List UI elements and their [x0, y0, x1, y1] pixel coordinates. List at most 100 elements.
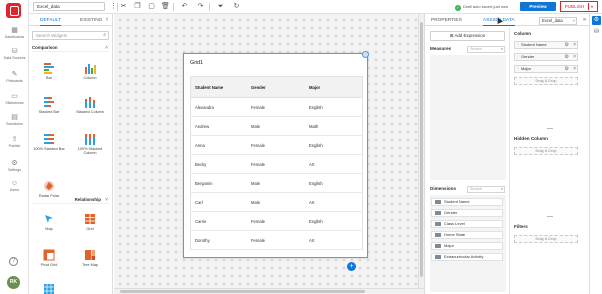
datasource-select[interactable]: Excel_data ˅: [539, 17, 577, 25]
column-header[interactable]: Gender: [251, 77, 266, 99]
assigned-field[interactable]: ⋮ Gender ⚙ ×: [514, 53, 578, 61]
nav-item-settings[interactable]: ⚙ Settings: [0, 160, 29, 172]
group-comparison[interactable]: Comparison ˄: [32, 44, 109, 52]
nav-item-slideshows[interactable]: ▭ Slideshows: [0, 93, 29, 105]
assigned-field[interactable]: ⋮ Major ⚙ ×: [514, 65, 578, 73]
widget-grid[interactable]: Grid: [72, 213, 108, 231]
filters-label: Filters: [514, 224, 528, 229]
delete-icon[interactable]: 🗑: [161, 2, 170, 11]
dimension-item[interactable]: Gender: [431, 209, 503, 217]
column-drop-zone[interactable]: Drag & Drop: [514, 77, 578, 85]
nav-item-pinboards[interactable]: ✎ Pinboards: [0, 71, 29, 83]
refresh-icon[interactable]: ↻: [232, 2, 241, 11]
filter-icon[interactable]: ⏷: [216, 2, 225, 11]
section-resizer[interactable]: [547, 128, 553, 129]
widget-stacked-column[interactable]: Stacked Column: [72, 96, 108, 114]
add-expression-button[interactable]: ⊞ Add Expression: [430, 31, 505, 41]
add-widget-button[interactable]: +: [347, 262, 356, 271]
widget-column[interactable]: Column: [72, 62, 108, 80]
grid-widget[interactable]: Grid1 Student Name Gender Major Alexandr…: [183, 51, 369, 258]
app-logo[interactable]: [6, 3, 21, 18]
dimension-label: Extracurricular Activity: [444, 254, 484, 259]
close-icon[interactable]: ×: [573, 66, 576, 72]
table-cell: Anna: [195, 143, 205, 148]
dimension-item[interactable]: Home State: [431, 231, 503, 239]
nav-item-dashboards[interactable]: ▦ Dashboards: [0, 27, 29, 39]
close-icon[interactable]: ×: [573, 42, 576, 48]
cut-icon[interactable]: ✂: [119, 2, 128, 11]
avatar[interactable]: RK: [7, 276, 20, 289]
assignment-column: Column ⋮ Student Name ⚙ × ⋮ Gender ⚙ × ⋮ Majo…: [511, 28, 590, 294]
help-icon[interactable]: ?: [9, 257, 18, 266]
dimension-item[interactable]: Extracurricular Activity: [431, 253, 503, 261]
chevron-down-icon[interactable]: ▾: [588, 3, 595, 10]
table-row: Dorothy Female Art: [190, 231, 363, 250]
dimension-item[interactable]: Major: [431, 242, 503, 250]
nav-label: Schedules: [6, 122, 23, 126]
widget-bar[interactable]: Bar: [31, 62, 67, 80]
hidden-column-drop-zone[interactable]: Drag & Drop: [514, 147, 578, 155]
scroll-thumb[interactable]: [120, 290, 365, 293]
table-cell: Female: [251, 219, 265, 224]
table-cell: Benjamin: [195, 181, 213, 186]
undo-icon[interactable]: ↶: [180, 2, 189, 11]
table-row: Anna Female English: [190, 136, 363, 155]
drag-handle-icon[interactable]: ⋮: [516, 42, 520, 48]
table-cell: Art: [309, 238, 315, 243]
copy-icon[interactable]: ❐: [133, 2, 142, 11]
tab-default[interactable]: DEFAULT: [40, 16, 62, 26]
widget-resize-handle[interactable]: [362, 51, 369, 58]
widget-100-stacked-column[interactable]: 100% Stacked Column: [72, 133, 108, 156]
filters-drop-zone[interactable]: Drag & Drop: [514, 235, 578, 243]
widget-search-input[interactable]: Search Widgets ⌕: [32, 31, 109, 40]
drag-handle-icon[interactable]: ⋮: [516, 54, 520, 60]
gear-icon: ⚙: [11, 160, 18, 167]
redo-icon[interactable]: ↷: [196, 2, 205, 11]
paste-icon[interactable]: ▢: [147, 2, 156, 11]
measures-label: Measures: [430, 46, 452, 51]
autosave-text: Draft auto saved just now: [463, 4, 509, 9]
widget-label: Stacked Bar: [38, 110, 60, 114]
column-header[interactable]: Student Name: [195, 77, 223, 99]
nav-item-publish[interactable]: ⇪ Publish: [0, 136, 29, 148]
dimension-label: Class Level: [444, 221, 465, 226]
nav-item-users[interactable]: ☺ Users: [0, 180, 29, 192]
close-icon[interactable]: ×: [573, 54, 576, 60]
widget-more[interactable]: [31, 283, 67, 294]
tab-properties[interactable]: PROPERTIES: [431, 16, 462, 25]
section-resizer[interactable]: [547, 216, 553, 217]
widget-100-stacked-bar[interactable]: 100% Stacked Bar: [31, 133, 67, 151]
datasource-icon: ⛁: [11, 48, 18, 55]
column-header[interactable]: Major: [309, 77, 320, 99]
table-cell: Becky: [195, 162, 207, 167]
drag-handle-icon[interactable]: ⋮: [516, 66, 520, 72]
widget-title: Grid1: [190, 60, 204, 66]
nav-item-schedules[interactable]: ▤ Schedules: [0, 114, 29, 126]
group-relationship[interactable]: Relationship ˅: [32, 196, 109, 204]
nav-item-data-sources[interactable]: ⛁ Data Sources: [0, 48, 29, 60]
canvas-horizontal-scrollbar[interactable]: [114, 288, 424, 294]
settings-rail-icon[interactable]: ⚙: [592, 16, 601, 25]
assigned-field[interactable]: ⋮ Student Name ⚙ ×: [514, 41, 578, 49]
database-rail-icon[interactable]: ⛁: [592, 28, 601, 37]
expand-panel-icon[interactable]: »: [580, 16, 589, 25]
nav-label: Dashboards: [4, 35, 25, 39]
widget-stacked-bar[interactable]: Stacked Bar: [31, 96, 67, 114]
gear-icon[interactable]: ⚙: [565, 42, 569, 48]
preview-button[interactable]: Preview: [520, 2, 556, 11]
widget-tree-map[interactable]: Tree Map: [72, 249, 108, 267]
scroll-thumb[interactable]: [420, 22, 423, 277]
dimension-item[interactable]: Student Name: [431, 198, 503, 206]
tab-existing[interactable]: EXISTING: [80, 16, 102, 25]
dashboard-name-input[interactable]: Excel_data: [33, 2, 105, 11]
gear-icon[interactable]: ⚙: [565, 54, 569, 60]
dimension-item[interactable]: Class Level: [431, 220, 503, 228]
widget-pivot-grid[interactable]: Pivot Grid: [31, 249, 67, 267]
gear-icon[interactable]: ⚙: [565, 66, 569, 72]
publish-button[interactable]: PUBLISH: [562, 3, 587, 10]
search-placeholder: Search Widgets: [36, 33, 67, 38]
dimensions-search-input[interactable]: Search ⌕: [467, 186, 505, 193]
collapse-panel-icon[interactable]: ‹: [103, 15, 111, 24]
measures-search-input[interactable]: Search ⌕: [467, 46, 505, 53]
widget-map[interactable]: Map: [31, 213, 67, 231]
